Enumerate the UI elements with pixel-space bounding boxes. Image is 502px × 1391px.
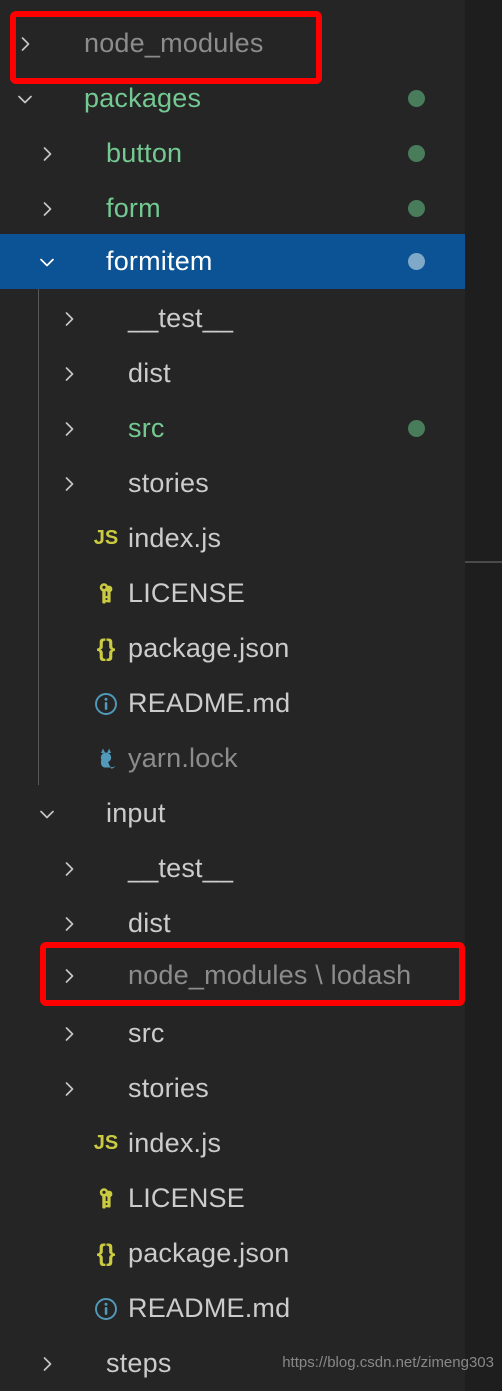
git-status-dot	[408, 200, 425, 217]
tree-row-label: node_modules	[84, 28, 264, 58]
chevron-right-icon[interactable]	[30, 144, 64, 164]
tree-row-dist[interactable]: dist	[0, 896, 465, 951]
vscode-explorer-screenshot: node_modules packages button form formitem __…	[0, 0, 502, 1391]
chevron-right-icon[interactable]	[52, 966, 86, 986]
tree-row-label: button	[106, 138, 183, 168]
tree-row-label: steps	[106, 1348, 172, 1378]
tree-row-index-js[interactable]: JS index.js	[0, 1116, 465, 1171]
chevron-right-icon[interactable]	[8, 34, 42, 54]
json-braces-icon: {}	[96, 634, 116, 662]
tree-row-input[interactable]: input	[0, 786, 465, 841]
chevron-right-icon[interactable]	[52, 859, 86, 879]
license-keys-icon	[86, 1186, 126, 1212]
editor-divider	[465, 561, 502, 563]
chevron-right-icon[interactable]	[52, 1079, 86, 1099]
chevron-down-icon[interactable]	[30, 804, 64, 824]
js-file-icon: JS	[93, 527, 119, 549]
watermark-url: https://blog.csdn.net/zimeng303	[282, 1354, 494, 1371]
tree-row-label: index.js	[128, 1128, 222, 1158]
tree-row-label: package.json	[128, 1238, 290, 1268]
tree-row-package-json[interactable]: {} package.json	[0, 1226, 465, 1281]
chevron-right-icon[interactable]	[52, 474, 86, 494]
chevron-down-icon[interactable]	[30, 252, 64, 272]
git-status-dot	[408, 145, 425, 162]
git-status-dot	[408, 420, 425, 437]
tree-row-label: src	[128, 1018, 165, 1048]
tree-row-label: LICENSE	[128, 578, 245, 608]
tree-row-label: dist	[128, 358, 171, 388]
tree-row-node-modules[interactable]: node_modules	[0, 16, 465, 71]
tree-row-test[interactable]: __test__	[0, 841, 465, 896]
tree-row-readme-md[interactable]: README.md	[0, 676, 465, 731]
chevron-down-icon[interactable]	[8, 89, 42, 109]
tree-row-button[interactable]: button	[0, 126, 465, 181]
tree-row-label: __test__	[128, 853, 234, 883]
chevron-right-icon[interactable]	[52, 309, 86, 329]
tree-row-formitem[interactable]: formitem	[0, 234, 465, 289]
tree-row-label: index.js	[128, 523, 222, 553]
tree-row-label: README.md	[128, 1293, 291, 1323]
tree-row-label: node_modules \ lodash	[128, 960, 412, 990]
readme-info-icon	[86, 1296, 126, 1322]
yarn-cat-icon	[86, 746, 126, 772]
tree-row-label: stories	[128, 1073, 209, 1103]
tree-row-label: package.json	[128, 633, 290, 663]
tree-row-clipped[interactable]	[0, 0, 465, 9]
tree-row-label: yarn.lock	[128, 743, 238, 773]
tree-row-label: packages	[84, 83, 202, 113]
tree-row-label: LICENSE	[128, 1183, 245, 1213]
tree-row-label: formitem	[106, 246, 213, 276]
tree-row-label: src	[128, 413, 165, 443]
tree-row-label: stories	[128, 468, 209, 498]
tree-row-readme-md[interactable]: README.md	[0, 1281, 465, 1336]
tree-row-test[interactable]: __test__	[0, 291, 465, 346]
file-explorer-panel[interactable]: node_modules packages button form formitem __…	[0, 0, 465, 1391]
chevron-right-icon[interactable]	[52, 1024, 86, 1044]
tree-row-yarn-lock[interactable]: yarn.lock	[0, 731, 465, 786]
tree-row-package-json[interactable]: {} package.json	[0, 621, 465, 676]
tree-row-license[interactable]: LICENSE	[0, 1171, 465, 1226]
license-keys-icon	[86, 581, 126, 607]
git-status-dot	[408, 90, 425, 107]
chevron-right-icon[interactable]	[52, 914, 86, 934]
tree-row-index-js[interactable]: JS index.js	[0, 511, 465, 566]
editor-area	[465, 0, 502, 1391]
js-file-icon: JS	[93, 1132, 119, 1154]
tree-row-label: form	[106, 193, 161, 223]
tree-row-src[interactable]: src	[0, 401, 465, 456]
tree-row-label: dist	[128, 908, 171, 938]
tree-row-src[interactable]: src	[0, 1006, 465, 1061]
readme-info-icon	[86, 691, 126, 717]
tree-row-stories[interactable]: stories	[0, 1061, 465, 1116]
tree-row-node-modules-lodash[interactable]: node_modules \ lodash	[0, 948, 465, 1003]
git-status-dot	[408, 253, 425, 270]
tree-row-packages[interactable]: packages	[0, 71, 465, 126]
tree-row-dist[interactable]: dist	[0, 346, 465, 401]
tree-row-label: README.md	[128, 688, 291, 718]
json-braces-icon: {}	[96, 1239, 116, 1267]
tree-row-form[interactable]: form	[0, 181, 465, 236]
chevron-right-icon[interactable]	[30, 1354, 64, 1374]
tree-row-stories[interactable]: stories	[0, 456, 465, 511]
chevron-right-icon[interactable]	[52, 364, 86, 384]
chevron-right-icon[interactable]	[30, 199, 64, 219]
tree-row-label: input	[106, 798, 166, 828]
tree-row-label: __test__	[128, 303, 234, 333]
chevron-right-icon[interactable]	[52, 419, 86, 439]
tree-row-license[interactable]: LICENSE	[0, 566, 465, 621]
